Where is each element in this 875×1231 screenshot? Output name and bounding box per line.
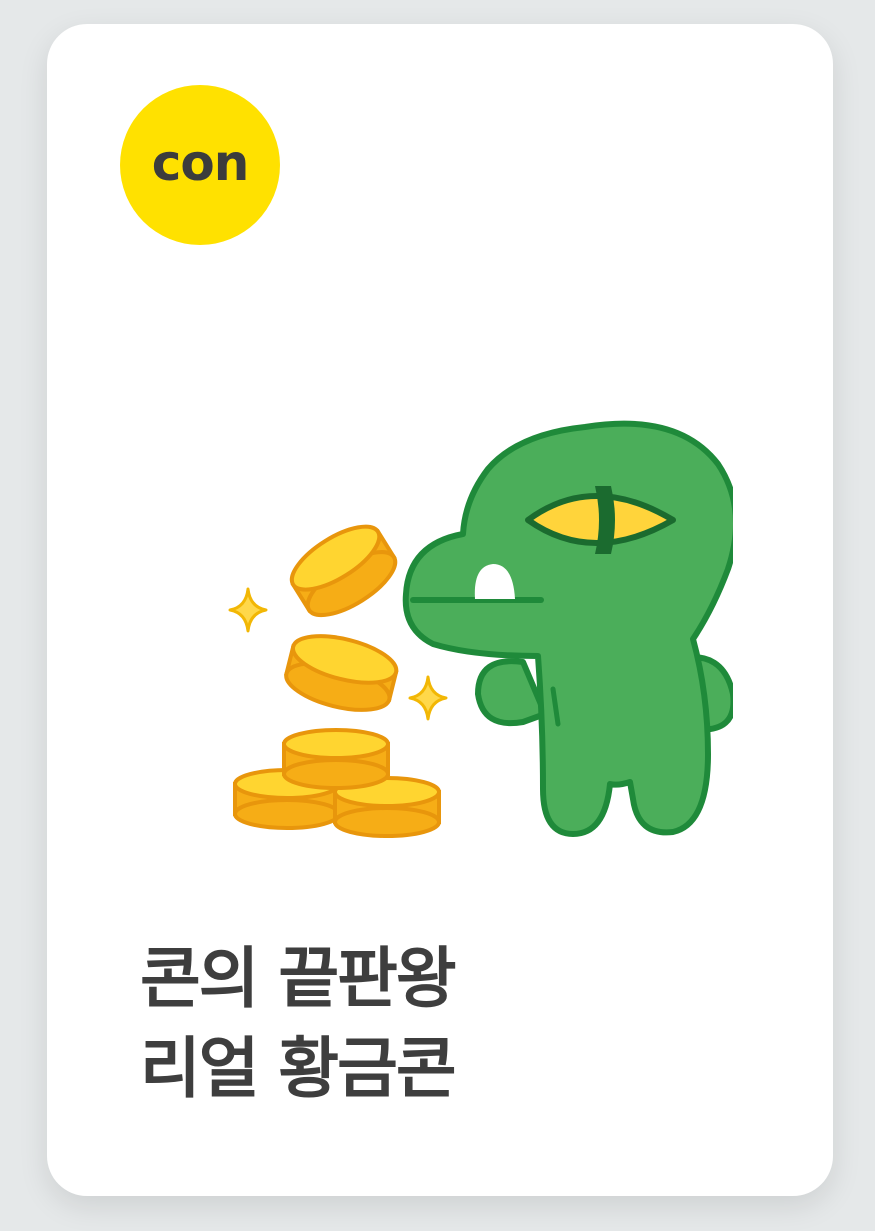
card-title-line-2: 리얼 황금콘: [140, 1030, 457, 1107]
sparkle-icon: [228, 587, 268, 633]
con-logo-text: con: [151, 134, 250, 192]
dino-coins-illustration: [228, 420, 733, 838]
coin-stack-icon: [233, 728, 441, 838]
con-logo-badge: con: [120, 85, 280, 245]
coin-icon: [289, 524, 398, 618]
coin-icon: [284, 634, 399, 712]
card-title-line-1: 콘의 끝판왕: [140, 940, 457, 1017]
green-dino-icon: [402, 420, 733, 837]
card-title: 콘의 끝판왕 리얼 황금콘: [140, 934, 457, 1114]
sparkle-icon: [408, 675, 448, 721]
promo-card[interactable]: con 콘의 끝판왕 리얼 황금콘: [47, 24, 833, 1196]
